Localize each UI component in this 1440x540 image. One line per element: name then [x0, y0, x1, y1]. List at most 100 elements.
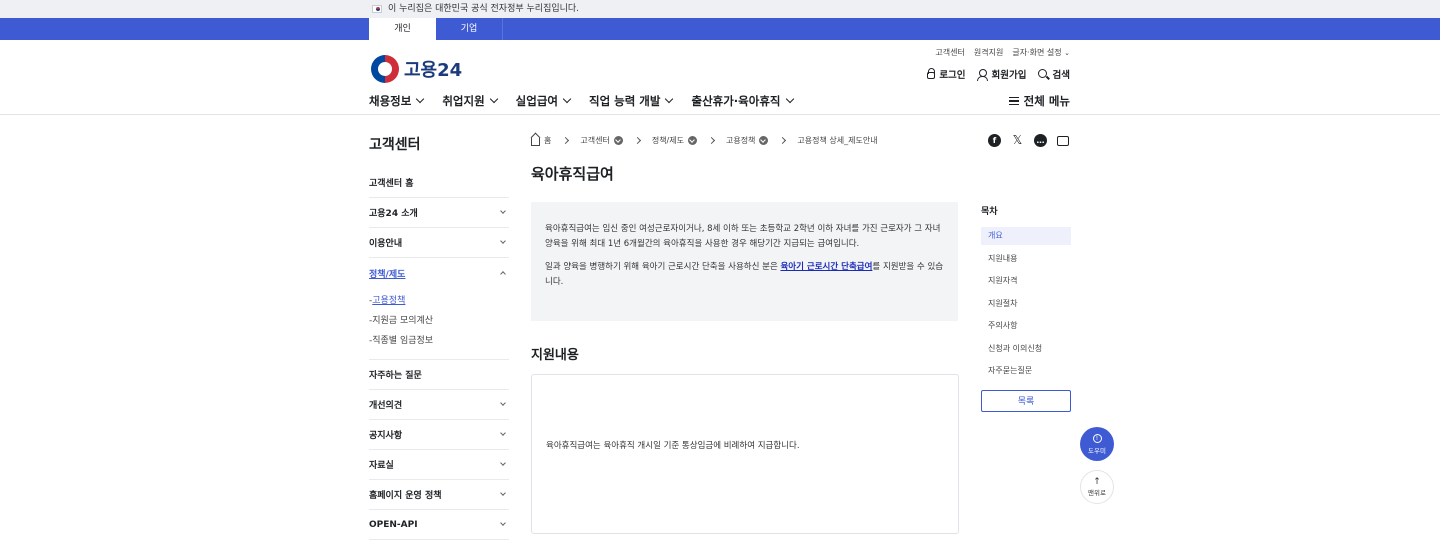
chevron-right-icon: [562, 136, 570, 145]
utility-links: 고객센터 원격지원 글자·화면 설정 ⌄: [935, 47, 1070, 58]
sub-item-label: 직종별 임금정보: [372, 336, 434, 346]
chevron-down-icon: [500, 520, 506, 526]
gnb-item-unemployment-benefit[interactable]: 실업급여: [516, 93, 572, 109]
sidebar-item-site-policy[interactable]: 홈페이지 운영 정책: [369, 480, 509, 510]
dropdown-circle-icon[interactable]: [613, 136, 623, 145]
scroll-top-button[interactable]: ↑ 맨위로: [1080, 470, 1114, 504]
sidebar: 고객센터 고객센터 홈 고용24 소개 이용안내 정책/제도 -고용정책 -지원…: [369, 134, 509, 540]
sidebar-sub-item-employment-policy[interactable]: -고용정책: [369, 296, 405, 306]
chevron-right-icon: [633, 136, 641, 145]
chevron-down-icon: [500, 460, 506, 466]
breadcrumb-label: 홈: [544, 136, 552, 145]
search-label: 검색: [1052, 70, 1070, 81]
tab-personal[interactable]: 개인: [369, 18, 436, 40]
x-twitter-icon[interactable]: 𝕏: [1011, 134, 1024, 147]
sidebar-item-home[interactable]: 고객센터 홈: [369, 168, 509, 198]
search-button[interactable]: 검색: [1037, 67, 1070, 81]
breadcrumb-home[interactable]: 홈: [531, 135, 551, 146]
toc-item-support[interactable]: 지원내용: [981, 250, 1071, 268]
sub-item-label: 고용정책: [372, 296, 406, 306]
toc-item-application[interactable]: 신청과 이의신청: [981, 340, 1071, 358]
arrow-up-icon: ↑: [1093, 477, 1101, 487]
reduced-hours-benefit-link[interactable]: 육아기 근로시간 단축급여: [780, 262, 872, 272]
dropdown-circle-icon[interactable]: [687, 136, 697, 145]
chevron-down-icon: [785, 94, 794, 104]
tab-business[interactable]: 기업: [436, 18, 503, 40]
all-menu-button[interactable]: 전체 메뉴: [1008, 93, 1070, 109]
customer-center-link[interactable]: 고객센터: [935, 47, 964, 58]
gnb-item-vocational-training[interactable]: 직업 능력 개발: [588, 93, 674, 109]
breadcrumb-customer-center[interactable]: 고객센터: [580, 135, 623, 146]
breadcrumb-current: 고용정책 상세_제도안내: [797, 136, 878, 145]
sidebar-sub-list: -고용정책 -지원금 모의계산 -직종별 임금정보: [369, 288, 509, 360]
kakaotalk-icon[interactable]: …: [1034, 134, 1047, 147]
toc-item-procedure[interactable]: 지원절차: [981, 295, 1071, 313]
sidebar-item-label: 공지사항: [369, 431, 403, 441]
chevron-down-icon: [500, 400, 506, 406]
chevron-down-icon: ⌄: [1064, 49, 1070, 57]
toc-title: 목차: [981, 207, 998, 217]
chevron-right-icon: [707, 136, 716, 145]
gnb-item-parental-leave[interactable]: 출산휴가·육아휴직: [691, 93, 794, 109]
share-bar: f 𝕏 …: [988, 134, 1069, 147]
logo-text: 고용24: [404, 60, 463, 81]
chevron-down-icon: [489, 94, 498, 104]
display-settings-button[interactable]: 글자·화면 설정 ⌄: [1012, 47, 1070, 58]
summary-text: 일과 양육을 병행하기 위해 육아기 근로시간 단축을 사용하신 분은: [545, 262, 781, 272]
dropdown-circle-icon[interactable]: [759, 136, 769, 145]
sidebar-item-label: 홈페이지 운영 정책: [369, 491, 442, 501]
all-menu-label: 전체 메뉴: [1023, 94, 1070, 108]
remote-support-link[interactable]: 원격지원: [974, 47, 1003, 58]
signup-button[interactable]: 회원가입: [976, 67, 1027, 81]
summary-paragraph-2: 일과 양육을 병행하기 위해 육아기 근로시간 단축을 사용하신 분은 육아기 …: [545, 260, 944, 290]
list-button[interactable]: 목록: [981, 389, 1071, 412]
toc-item-faq[interactable]: 자주묻는질문: [981, 362, 1071, 380]
summary-box: 육아휴직급여는 임신 중인 여성근로자이거나, 8세 이하 또는 초등학교 2학…: [531, 202, 958, 321]
chevron-down-icon: [562, 94, 572, 104]
sidebar-item-faq[interactable]: 자주하는 질문: [369, 360, 509, 390]
helper-label: 도우미: [1088, 447, 1106, 455]
sidebar-item-about[interactable]: 고용24 소개: [369, 198, 509, 228]
sidebar-item-feedback[interactable]: 개선의견: [369, 390, 509, 420]
gnb-label: 출산휴가·육아휴직: [691, 94, 781, 108]
sidebar-item-guide[interactable]: 이용안내: [369, 228, 509, 258]
gnb-item-jobs[interactable]: 채용정보: [369, 93, 425, 109]
chevron-down-icon: [500, 490, 506, 496]
site-header: 고객센터 원격지원 글자·화면 설정 ⌄ 고용24 로그인 회원가입 검색 채용…: [0, 40, 1440, 115]
chevron-down-icon: [500, 208, 506, 214]
toc-item-overview[interactable]: 개요: [981, 227, 1071, 245]
chevron-down-icon: [500, 430, 506, 436]
sidebar-sub-item-subsidy-calculator[interactable]: -지원금 모의계산: [369, 311, 509, 331]
gnb-item-employment-support[interactable]: 취업지원: [442, 93, 498, 109]
sidebar-item-label: 고용24 소개: [369, 209, 418, 219]
toc-item-notes[interactable]: 주의사항: [981, 317, 1071, 335]
print-icon[interactable]: [1057, 136, 1069, 146]
site-logo[interactable]: 고용24: [371, 55, 462, 83]
sidebar-item-label: 정책/제도: [369, 269, 406, 280]
chevron-right-icon: [779, 136, 787, 145]
display-settings-label: 글자·화면 설정: [1012, 48, 1062, 57]
breadcrumb-policy[interactable]: 정책/제도: [652, 135, 697, 146]
scroll-top-label: 맨위로: [1088, 489, 1106, 497]
login-button[interactable]: 로그인: [927, 67, 966, 81]
table-of-contents: 목차 개요 지원내용 지원자격 지원절차 주의사항 신청과 이의신청 자주묻는질…: [981, 204, 1071, 412]
sidebar-sub-item-wage-info[interactable]: -직종별 임금정보: [369, 331, 509, 351]
user-links: 로그인 회원가입 검색: [927, 67, 1070, 81]
helper-button[interactable]: ! 도우미: [1080, 427, 1114, 461]
gov-banner: 이 누리집은 대한민국 공식 전자정부 누리집입니다.: [0, 0, 1440, 18]
sidebar-item-notices[interactable]: 공지사항: [369, 420, 509, 450]
facebook-icon[interactable]: f: [988, 134, 1001, 147]
toc-item-eligibility[interactable]: 지원자격: [981, 272, 1071, 290]
hamburger-icon: [1008, 97, 1019, 105]
chevron-down-icon: [416, 94, 425, 104]
sidebar-item-policy[interactable]: 정책/제도: [369, 258, 509, 288]
sidebar-item-resources[interactable]: 자료실: [369, 450, 509, 480]
gnb-label: 채용정보: [369, 94, 412, 108]
global-nav: 채용정보 취업지원 실업급여 직업 능력 개발 출산휴가·육아휴직: [369, 93, 794, 109]
signup-label: 회원가입: [991, 70, 1027, 81]
breadcrumb-employment-policy[interactable]: 고용정책: [726, 135, 769, 146]
gov-emblem-icon: [371, 55, 399, 83]
gnb-label: 직업 능력 개발: [588, 94, 661, 108]
gov-banner-text: 이 누리집은 대한민국 공식 전자정부 누리집입니다.: [388, 4, 580, 14]
sub-item-label: 지원금 모의계산: [372, 316, 434, 326]
